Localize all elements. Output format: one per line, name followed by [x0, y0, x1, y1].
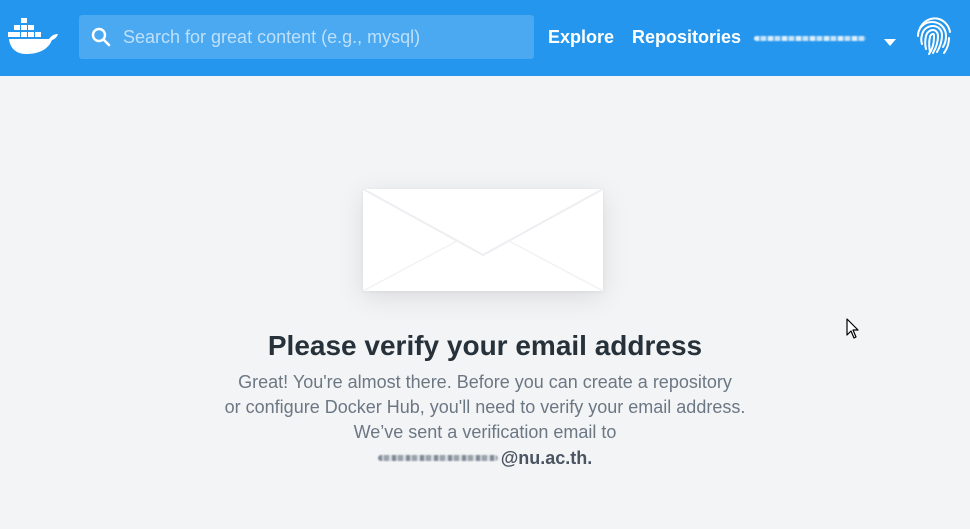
caret-down-icon — [884, 34, 896, 46]
email-local-part-redacted — [377, 455, 498, 461]
search-input[interactable] — [112, 15, 534, 59]
email-address: @nu.ac.th. — [0, 446, 970, 470]
message-line-3: We’ve sent a verification email to — [353, 422, 617, 442]
search-icon — [90, 26, 112, 48]
message-line-1: Great! You're almost there. Before you c… — [238, 372, 732, 392]
email-domain: @nu.ac.th. — [500, 448, 593, 468]
fingerprint-icon[interactable] — [912, 14, 956, 58]
user-menu-dropdown[interactable] — [754, 24, 900, 52]
nav-explore-link[interactable]: Explore — [548, 26, 614, 48]
page-title: Please verify your email address — [267, 330, 703, 361]
message-line-2: or configure Docker Hub, you'll need to … — [224, 397, 746, 417]
docker-logo-icon[interactable] — [8, 14, 60, 58]
nav-repositories-link[interactable]: Repositories — [632, 26, 741, 48]
username-redacted — [754, 31, 866, 45]
top-navbar: Explore Repositories — [0, 0, 970, 76]
envelope-illustration — [363, 189, 603, 291]
search-bar[interactable] — [79, 15, 534, 59]
mouse-cursor-icon — [846, 318, 860, 340]
